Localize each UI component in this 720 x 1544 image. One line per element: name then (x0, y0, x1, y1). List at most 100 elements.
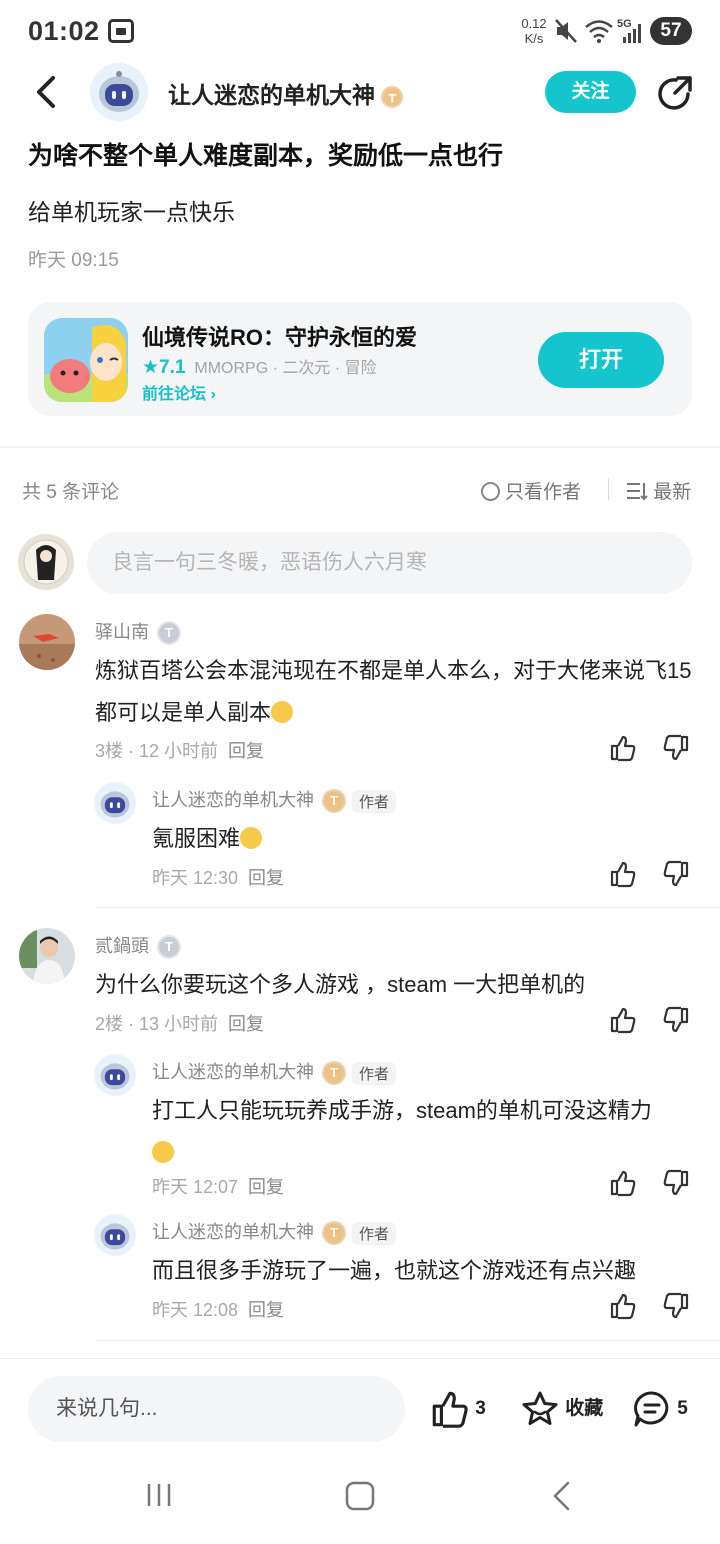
reply-author-name[interactable]: 让人迷恋的单机大神 T 作者 (152, 1058, 397, 1086)
emoji-icon (240, 827, 263, 849)
collect-label: 收藏 (565, 1398, 604, 1419)
commenter-name[interactable]: 贰鍋頭 T (95, 932, 181, 960)
status-bar: 01:02 0.12 K/s 5G 57 (0, 0, 720, 62)
commenter-avatar[interactable] (19, 928, 75, 984)
back-arrow-icon[interactable] (28, 72, 68, 112)
reply-meta: 昨天 12:07 回复 (152, 1177, 285, 1197)
reply-meta: 昨天 12:30 回复 (152, 868, 285, 888)
sort-icon (627, 483, 648, 501)
signal-icon (623, 24, 641, 43)
dislike-icon[interactable] (662, 860, 690, 888)
like-icon[interactable] (609, 1169, 637, 1197)
like-icon[interactable] (609, 860, 637, 888)
mute-icon (555, 19, 577, 43)
screenshot-icon (108, 19, 134, 43)
comment-input[interactable]: 良言一句三冬暖，恶语伤人六月寒 (87, 532, 692, 594)
only-author-toggle[interactable]: 只看作者 (481, 477, 581, 504)
reply-text: 氪服困难 (152, 818, 263, 860)
comment-meta: 3楼 · 12 小时前 回复 (95, 741, 265, 761)
chevron-right-icon: › (210, 386, 216, 403)
commenter-avatar[interactable] (19, 614, 75, 670)
game-meta: ★7.1 MMORPG · 二次元 · 冒险 (142, 354, 377, 379)
reply-text: 而且很多手游玩了一遍，也就这个游戏还有点兴趣 (152, 1258, 637, 1283)
level-badge: T (322, 789, 346, 814)
home-icon[interactable] (344, 1480, 376, 1512)
comment-text: 炼狱百塔公会本混沌现在不都是单人本么，对于大佬来说飞15都可以是单人副本 (95, 658, 692, 725)
author-level-badge: T (381, 85, 404, 108)
post-body: 给单机玩家一点快乐 (28, 199, 235, 225)
game-score: ★7.1 (142, 357, 186, 378)
separator (608, 478, 609, 500)
star-icon: ★ (142, 357, 160, 378)
author-tag: 作者 (352, 1221, 397, 1245)
level-badge: T (157, 621, 181, 646)
author-tag: 作者 (352, 1061, 397, 1085)
post-author-name[interactable]: 让人迷恋的单机大神 T (168, 76, 404, 110)
comment-bubble-icon (634, 1391, 669, 1427)
comments-button[interactable]: 5 (632, 1388, 688, 1430)
comment-divider (95, 907, 720, 908)
net-speed-value: 0.12 (521, 16, 547, 31)
system-back-icon[interactable] (548, 1480, 576, 1512)
reply-text: 打工人只能玩玩养成手游，steam的单机可没这精力 (152, 1090, 697, 1174)
net-speed: 0.12 K/s (516, 16, 552, 46)
status-time: 01:02 (28, 16, 100, 46)
reply-button[interactable]: 回复 (228, 741, 264, 761)
author-name-text: 让人迷恋的单机大神 (168, 82, 375, 108)
follow-button[interactable]: 关注 (545, 71, 636, 113)
dislike-icon[interactable] (662, 1169, 690, 1197)
star-outline-icon (522, 1391, 558, 1425)
level-badge: T (157, 935, 181, 960)
comment-meta: 2楼 · 13 小时前 回复 (95, 1014, 265, 1034)
reply-author-avatar[interactable] (94, 1054, 136, 1096)
level-badge: T (322, 1061, 346, 1086)
comment-text: 为什么你要玩这个多人游戏 ，steam 一大把单机的 (95, 972, 586, 997)
like-post-button[interactable]: 3 (430, 1388, 486, 1430)
reply-author-name[interactable]: 让人迷恋的单机大神 T 作者 (152, 1218, 397, 1246)
net-speed-unit: K/s (524, 31, 544, 46)
open-game-button[interactable]: 打开 (538, 332, 664, 388)
post-time: 昨天 09:15 (28, 250, 119, 271)
reply-author-avatar[interactable] (94, 782, 136, 824)
radio-icon[interactable] (481, 482, 500, 501)
dislike-icon[interactable] (662, 734, 690, 762)
battery-indicator: 57 (650, 17, 692, 45)
forum-link[interactable]: 前往论坛 › (142, 380, 216, 404)
comment-divider (95, 1340, 720, 1341)
author-avatar[interactable] (90, 63, 148, 121)
reply-author-name[interactable]: 让人迷恋的单机大神 T 作者 (152, 786, 397, 814)
comment-count-bottom: 5 (677, 1398, 688, 1419)
reply-meta: 昨天 12:08 回复 (152, 1300, 285, 1320)
collect-button[interactable]: 收藏 (520, 1388, 603, 1430)
game-name[interactable]: 仙境传说RO：守护永恒的爱 (142, 320, 417, 352)
reply-button[interactable]: 回复 (228, 1014, 264, 1034)
emoji-icon (152, 1141, 174, 1163)
section-divider (0, 446, 720, 448)
reply-author-avatar[interactable] (94, 1214, 136, 1256)
my-avatar (18, 534, 74, 590)
dislike-icon[interactable] (662, 1292, 690, 1320)
sort-button[interactable]: 最新 (626, 477, 691, 504)
reply-button[interactable]: 回复 (248, 868, 284, 888)
recent-apps-icon[interactable] (144, 1480, 174, 1510)
like-icon[interactable] (609, 1292, 637, 1320)
like-count: 3 (475, 1398, 486, 1419)
emoji-icon (271, 701, 294, 723)
reply-button[interactable]: 回复 (248, 1300, 284, 1320)
thumbs-up-icon (432, 1391, 468, 1428)
reply-button[interactable]: 回复 (248, 1177, 284, 1197)
game-tags: MMORPG · 二次元 · 冒险 (194, 360, 377, 377)
bottom-comment-input[interactable]: 来说几句... (28, 1376, 405, 1442)
game-card[interactable]: 仙境传说RO：守护永恒的爱 ★7.1 MMORPG · 二次元 · 冒险 前往论… (28, 302, 692, 416)
dislike-icon[interactable] (662, 1006, 690, 1034)
like-icon[interactable] (609, 734, 637, 762)
author-tag: 作者 (352, 789, 397, 813)
commenter-name[interactable]: 驿山南 T (95, 618, 181, 646)
share-icon[interactable] (656, 74, 694, 112)
like-icon[interactable] (609, 1006, 637, 1034)
post-title: 为啥不整个单人难度副本，奖励低一点也行 (28, 142, 504, 170)
game-icon[interactable] (44, 318, 128, 402)
wifi-icon (585, 20, 613, 43)
comment-count: 共 5 条评论 (22, 482, 120, 503)
level-badge: T (322, 1221, 346, 1246)
